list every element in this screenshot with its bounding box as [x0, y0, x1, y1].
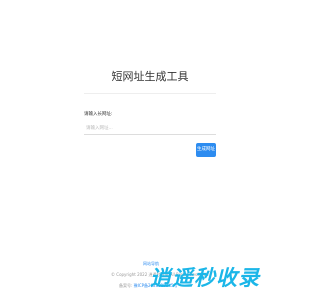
icp-label: 备案号: — [119, 283, 133, 288]
url-input[interactable] — [84, 123, 216, 135]
generate-button[interactable]: 生成网址 — [196, 143, 216, 157]
copyright-text: © Copyright 2022 逍遥秒收录 All Rights Reserv… — [111, 272, 209, 277]
page: 短网址生成工具 请输入长网址: 生成网址 网站导航 © Copyright 20… — [0, 0, 300, 300]
icp-row: 备案号: 豫ICP备2021012345号 — [119, 283, 177, 289]
url-field-label: 请输入长网址: — [84, 112, 113, 117]
title-divider — [84, 93, 216, 94]
site-nav-link[interactable]: 网站导航 — [143, 261, 159, 267]
icp-link[interactable]: 豫ICP备2021012345号 — [134, 283, 178, 288]
page-title: 短网址生成工具 — [111, 70, 189, 83]
